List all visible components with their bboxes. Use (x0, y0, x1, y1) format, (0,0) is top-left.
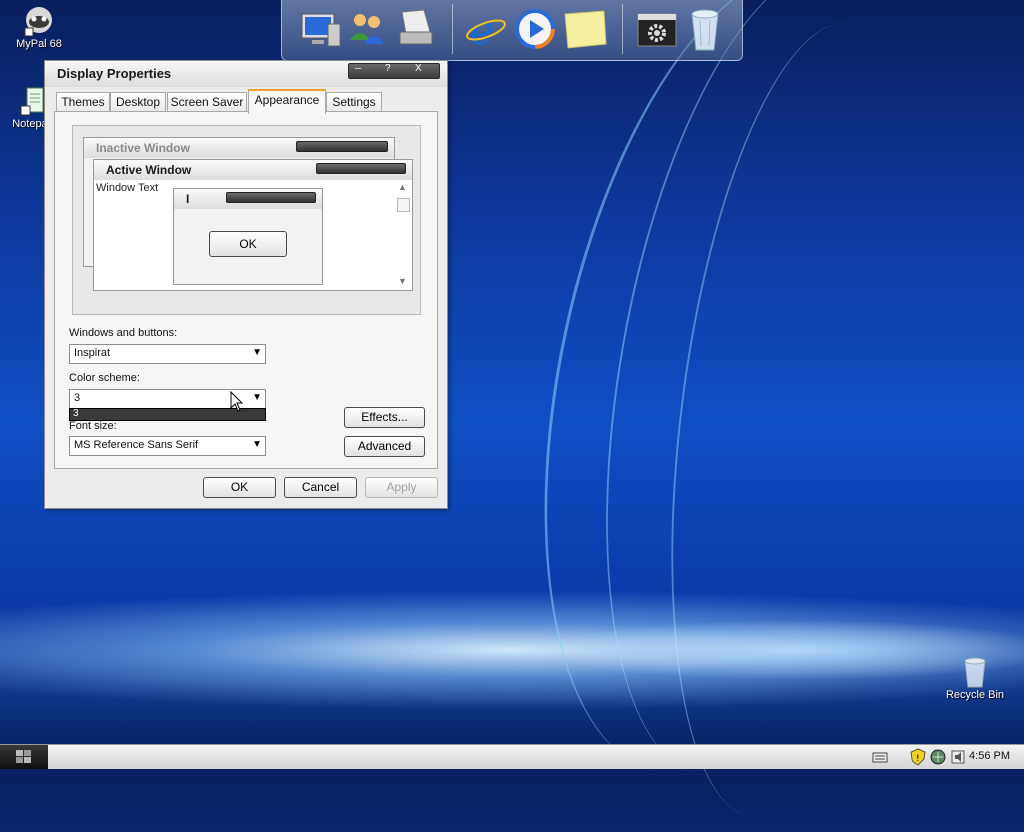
apply-button[interactable]: Apply (365, 477, 438, 498)
media-player-icon[interactable] (512, 6, 558, 52)
message-box-title: I (186, 192, 190, 206)
windows-buttons-select[interactable]: Inspirat ▼ (69, 344, 266, 364)
volume-icon[interactable] (950, 749, 966, 765)
preview-ok-button: OK (209, 231, 287, 257)
dock-separator (622, 4, 623, 54)
dock-separator (452, 4, 453, 54)
start-button[interactable] (0, 745, 48, 769)
taskbar: ! 4:56 PM (0, 744, 1024, 769)
control-panel-icon[interactable] (634, 6, 680, 52)
font-size-select[interactable]: MS Reference Sans Serif ▼ (69, 436, 266, 456)
color-scheme-value: 3 (74, 392, 81, 404)
appearance-panel: Inactive Window Active Window Window Tex… (54, 111, 438, 469)
internet-explorer-icon[interactable]: e (464, 6, 510, 54)
window-text: Window Text (96, 182, 159, 194)
minimize-icon: ─ (355, 63, 362, 73)
printer-icon[interactable] (392, 6, 438, 52)
recycle-bin-icon[interactable] (682, 6, 728, 52)
windows-buttons-label: Windows and buttons: (69, 327, 178, 339)
sticky-notes-icon[interactable] (562, 6, 608, 52)
desktop-icon-label: MyPal 68 (16, 38, 62, 50)
desktop-icon-label: Recycle Bin (945, 689, 1005, 701)
inactive-window-titlebar: Inactive Window (84, 138, 394, 158)
windows-logo-icon (16, 750, 31, 763)
recycle-bin-icon (959, 655, 991, 688)
font-size-label: Font size: (69, 420, 117, 432)
tab-settings[interactable]: Settings (326, 92, 382, 111)
color-scheme-label: Color scheme: (69, 372, 140, 384)
ok-button[interactable]: OK (203, 477, 276, 498)
inactive-window-title: Inactive Window (96, 141, 190, 155)
appearance-preview: Inactive Window Active Window Window Tex… (72, 125, 421, 315)
message-box-titlebar: I (174, 189, 322, 209)
windows-buttons-value: Inspirat (74, 347, 111, 359)
inactive-window-buttons (296, 141, 388, 152)
advanced-button[interactable]: Advanced (344, 436, 425, 457)
chevron-down-icon: ▼ (252, 439, 262, 450)
desktop-icon-mypal[interactable]: MyPal 68 (4, 4, 74, 50)
active-window-titlebar: Active Window (94, 160, 412, 180)
scroll-thumb (397, 198, 410, 212)
dialog-title: Display Properties (57, 66, 172, 81)
chevron-down-icon: ▼ (252, 392, 262, 403)
scroll-down-icon: ▼ (398, 276, 407, 286)
tab-screen-saver[interactable]: Screen Saver (167, 92, 247, 111)
active-window-title: Active Window (106, 163, 192, 177)
display-properties-dialog: Display Properties ─ ? X Themes Desktop … (44, 60, 448, 509)
tab-appearance[interactable]: Appearance (248, 89, 326, 114)
my-computer-icon[interactable] (298, 6, 344, 52)
dialog-titlebar[interactable]: Display Properties ─ ? X (45, 61, 447, 87)
chevron-down-icon: ▼ (252, 347, 262, 358)
active-window-buttons (316, 163, 406, 174)
help-button[interactable]: ? (385, 63, 391, 74)
svg-text:e: e (470, 8, 494, 52)
taskbar-clock[interactable]: 4:56 PM (969, 750, 1010, 762)
tab-themes[interactable]: Themes (56, 92, 110, 111)
color-scheme-option[interactable]: 3 (73, 408, 79, 419)
desktop-icon-recycle-bin[interactable]: Recycle Bin (940, 655, 1010, 701)
close-button[interactable]: X (415, 63, 422, 74)
mouse-cursor-icon (230, 391, 244, 412)
network-icon[interactable] (930, 749, 946, 765)
preview-message-box: I OK (173, 188, 323, 285)
effects-button[interactable]: Effects... (344, 407, 425, 428)
svg-text:!: ! (916, 754, 920, 764)
wallpaper-glow (0, 600, 1024, 740)
users-icon[interactable] (344, 6, 390, 52)
scroll-up-icon: ▲ (398, 182, 407, 192)
message-box-buttons (226, 192, 316, 203)
mypal-icon (23, 4, 55, 37)
keyboard-icon[interactable] (872, 750, 888, 764)
preview-scrollbar: ▲ ▼ (396, 182, 410, 286)
tab-desktop[interactable]: Desktop (110, 92, 166, 111)
title-buttons: ─ ? X (348, 63, 440, 79)
cancel-button[interactable]: Cancel (284, 477, 357, 498)
dock: e (281, 0, 743, 61)
font-size-value: MS Reference Sans Serif (74, 439, 199, 451)
security-shield-icon[interactable]: ! (910, 748, 926, 766)
